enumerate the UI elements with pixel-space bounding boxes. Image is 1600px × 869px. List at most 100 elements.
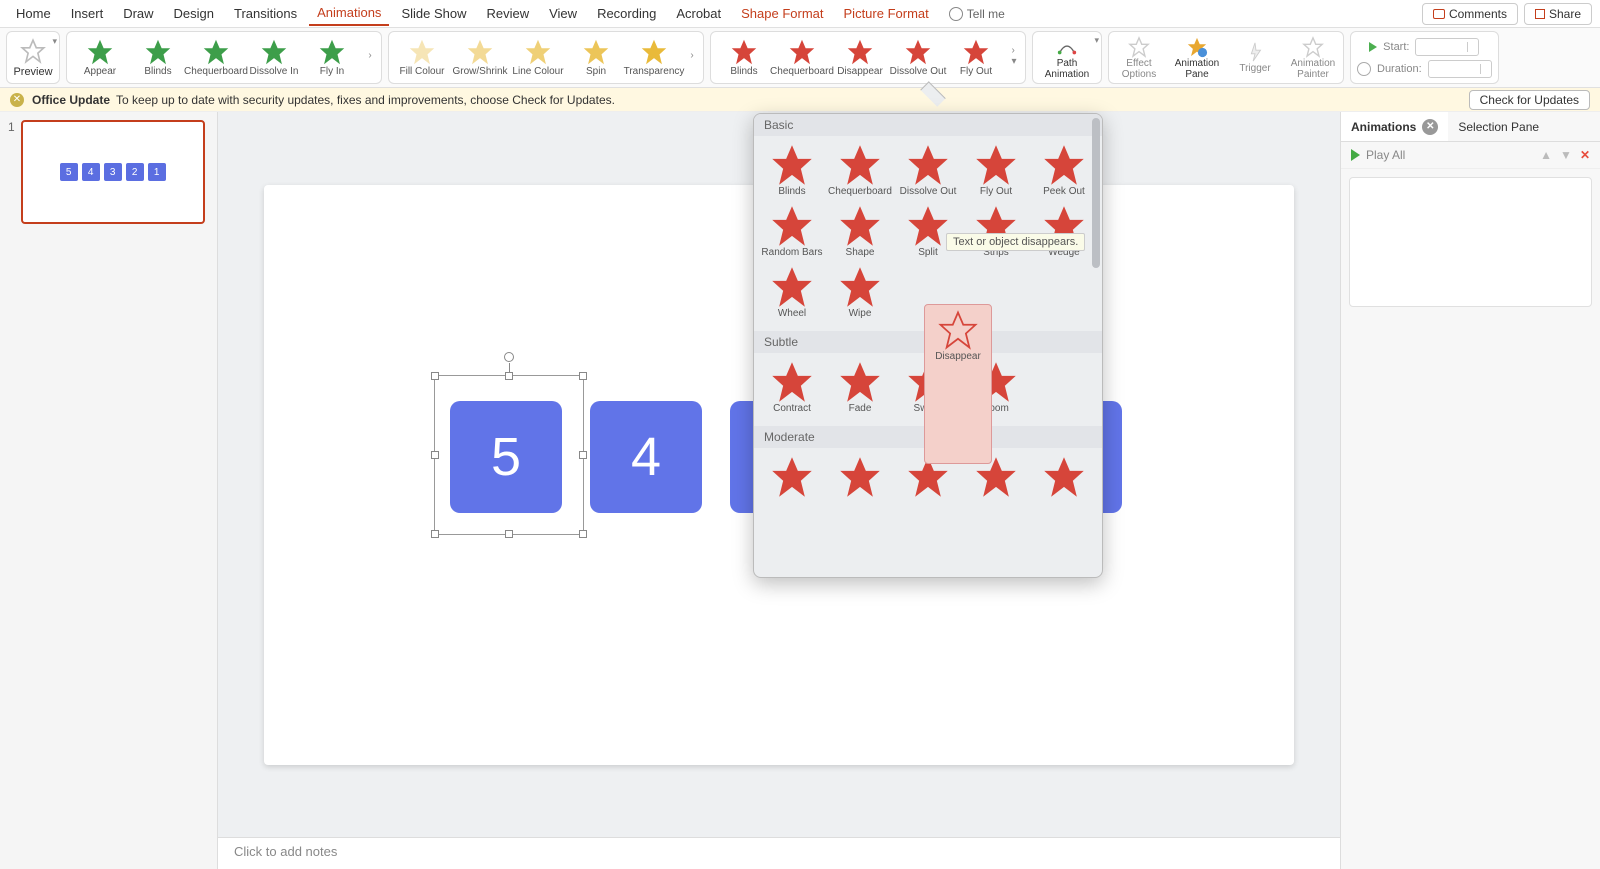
anim-dissolve-out[interactable]: Dissolve Out bbox=[889, 39, 947, 77]
anim-line-colour[interactable]: Line Colour bbox=[509, 39, 567, 77]
resize-handle[interactable] bbox=[431, 530, 439, 538]
duration-field[interactable] bbox=[1428, 60, 1492, 78]
gallery-item-moderate-0[interactable] bbox=[758, 452, 826, 502]
gallery-item-fade[interactable]: Fade bbox=[826, 357, 894, 418]
gallery-item-wedge[interactable]: Wedge bbox=[1030, 201, 1098, 262]
painter-label: Animation Painter bbox=[1285, 58, 1341, 80]
gallery-item-shape[interactable]: Shape bbox=[826, 201, 894, 262]
exit-more[interactable]: ›▾ bbox=[1007, 45, 1021, 71]
delete-anim-icon[interactable]: ✕ bbox=[1580, 148, 1590, 162]
gallery-item-wipe[interactable]: Wipe bbox=[826, 262, 894, 323]
resize-handle[interactable] bbox=[579, 530, 587, 538]
right-tab-anim-label: Animations bbox=[1351, 120, 1416, 134]
anim-grow/shrink[interactable]: Grow/Shrink bbox=[451, 39, 509, 77]
anim-dissolve-in[interactable]: Dissolve In bbox=[245, 39, 303, 77]
duration-icon bbox=[1357, 62, 1371, 76]
anim-fly-out[interactable]: Fly Out bbox=[947, 39, 1005, 77]
update-bar: ✕ Office Update To keep up to date with … bbox=[0, 88, 1600, 112]
tab-review[interactable]: Review bbox=[478, 2, 537, 25]
anim-disappear[interactable]: Disappear bbox=[831, 39, 889, 77]
resize-handle[interactable] bbox=[579, 451, 587, 459]
update-msg: To keep up to date with security updates… bbox=[116, 93, 615, 107]
thumbnail-panel: 1 5 4 3 2 1 bbox=[0, 112, 218, 869]
tab-slideshow[interactable]: Slide Show bbox=[393, 2, 474, 25]
move-down-icon[interactable]: ▼ bbox=[1560, 148, 1572, 162]
anim-chequerboard[interactable]: Chequerboard bbox=[773, 39, 831, 77]
entrance-gallery: AppearBlindsChequerboardDissolve InFly I… bbox=[66, 31, 382, 84]
resize-handle[interactable] bbox=[579, 372, 587, 380]
tab-design[interactable]: Design bbox=[166, 2, 222, 25]
gallery-item-fly-out[interactable]: Fly Out bbox=[962, 140, 1030, 201]
gallery-item-random-bars[interactable]: Random Bars bbox=[758, 201, 826, 262]
share-button[interactable]: Share bbox=[1524, 3, 1592, 25]
anim-blinds[interactable]: Blinds bbox=[715, 39, 773, 77]
check-updates-button[interactable]: Check for Updates bbox=[1469, 90, 1590, 110]
warn-icon: ✕ bbox=[10, 93, 24, 107]
anim-chequerboard[interactable]: Chequerboard bbox=[187, 39, 245, 77]
animation-list[interactable] bbox=[1349, 177, 1592, 307]
resize-handle[interactable] bbox=[505, 530, 513, 538]
notes-field[interactable]: Click to add notes bbox=[218, 837, 1340, 869]
emphasis-gallery: Fill ColourGrow/ShrinkLine ColourSpinTra… bbox=[388, 31, 704, 84]
anim-appear[interactable]: Appear bbox=[71, 39, 129, 77]
tab-home[interactable]: Home bbox=[8, 2, 59, 25]
trigger-label: Trigger bbox=[1239, 63, 1270, 74]
shape-box-4[interactable]: 4 bbox=[590, 401, 702, 513]
gallery-item-wheel[interactable]: Wheel bbox=[758, 262, 826, 323]
gallery-item-disappear[interactable]: Disappear bbox=[924, 304, 992, 464]
move-up-icon[interactable]: ▲ bbox=[1540, 148, 1552, 162]
anim-pane-icon bbox=[1186, 36, 1208, 58]
tab-view[interactable]: View bbox=[541, 2, 585, 25]
emphasis-more[interactable]: › bbox=[685, 50, 699, 65]
resize-handle[interactable] bbox=[431, 451, 439, 459]
gallery-item-dissolve-out[interactable]: Dissolve Out bbox=[894, 140, 962, 201]
gallery-item-chequerboard[interactable]: Chequerboard bbox=[826, 140, 894, 201]
slide-thumbnail-1[interactable]: 5 4 3 2 1 bbox=[21, 120, 205, 224]
rotate-handle[interactable] bbox=[504, 352, 514, 362]
anim-pane-label: Animation Pane bbox=[1169, 58, 1225, 80]
tab-insert[interactable]: Insert bbox=[63, 2, 112, 25]
anim-fly-in[interactable]: Fly In bbox=[303, 39, 361, 77]
gallery-item-contract[interactable]: Contract bbox=[758, 357, 826, 418]
timing-group: Start: Duration: bbox=[1350, 31, 1499, 84]
tab-picture-format[interactable]: Picture Format bbox=[836, 2, 937, 25]
tab-shape-format[interactable]: Shape Format bbox=[733, 2, 831, 25]
resize-handle[interactable] bbox=[431, 372, 439, 380]
anim-transparency[interactable]: Transparency bbox=[625, 39, 683, 77]
effect-options-icon bbox=[1128, 36, 1150, 58]
selection-outline[interactable] bbox=[434, 375, 584, 535]
preview-button[interactable]: Preview ▾ bbox=[6, 31, 60, 84]
gallery-item-moderate-4[interactable] bbox=[1030, 452, 1098, 502]
path-animation-button[interactable]: Path Animation ▾ bbox=[1039, 36, 1095, 80]
effect-options-button: Effect Options bbox=[1111, 36, 1167, 80]
tab-animations[interactable]: Animations bbox=[309, 1, 389, 26]
gallery-item-blinds[interactable]: Blinds bbox=[758, 140, 826, 201]
mini-box: 1 bbox=[148, 163, 166, 181]
tab-transitions[interactable]: Transitions bbox=[226, 2, 305, 25]
tell-me-label: Tell me bbox=[967, 7, 1005, 21]
mini-box: 3 bbox=[104, 163, 122, 181]
resize-handle[interactable] bbox=[505, 372, 513, 380]
close-icon[interactable]: ✕ bbox=[1422, 119, 1438, 135]
start-field[interactable] bbox=[1415, 38, 1479, 56]
gallery-item-strips[interactable]: Strips bbox=[962, 201, 1030, 262]
tell-me[interactable]: Tell me bbox=[949, 7, 1005, 21]
right-tab-selection[interactable]: Selection Pane bbox=[1448, 112, 1549, 141]
gallery-item-split[interactable]: Split bbox=[894, 201, 962, 262]
animation-painter-button: Animation Painter bbox=[1285, 36, 1341, 80]
play-all-button[interactable]: Play All bbox=[1366, 148, 1405, 162]
start-icon bbox=[1369, 42, 1377, 52]
gallery-item-moderate-1[interactable] bbox=[826, 452, 894, 502]
tab-acrobat[interactable]: Acrobat bbox=[668, 2, 729, 25]
animation-pane-button[interactable]: Animation Pane bbox=[1169, 36, 1225, 80]
tab-recording[interactable]: Recording bbox=[589, 2, 664, 25]
gallery-item-peek-out[interactable]: Peek Out bbox=[1030, 140, 1098, 201]
anim-blinds[interactable]: Blinds bbox=[129, 39, 187, 77]
entrance-more[interactable]: › bbox=[363, 50, 377, 65]
comments-button[interactable]: Comments bbox=[1422, 3, 1518, 25]
anim-fill-colour[interactable]: Fill Colour bbox=[393, 39, 451, 77]
tab-draw[interactable]: Draw bbox=[115, 2, 161, 25]
right-tab-animations[interactable]: Animations ✕ bbox=[1341, 112, 1448, 141]
anim-spin[interactable]: Spin bbox=[567, 39, 625, 77]
gallery-scrollbar[interactable] bbox=[1092, 118, 1100, 268]
